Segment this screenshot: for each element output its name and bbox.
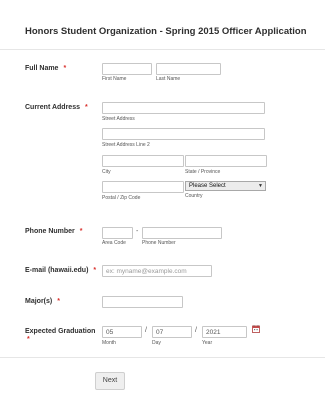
footer-divider [0, 357, 325, 358]
required-marker: * [79, 228, 83, 235]
majors-input[interactable] [102, 296, 183, 308]
last-name-input[interactable] [156, 63, 221, 75]
city-sublabel: City [102, 169, 111, 175]
required-marker: * [93, 267, 97, 274]
phone-number-label-text: Phone Number [25, 228, 75, 235]
chevron-down-icon: ▼ [258, 183, 263, 189]
year-sublabel: Year [202, 340, 213, 346]
required-marker: * [84, 104, 88, 111]
email-label-text: E-mail (hawaii.edu) [25, 267, 89, 274]
country-sublabel: Country [185, 193, 203, 199]
phone-number-input[interactable] [142, 227, 222, 239]
country-select[interactable]: Please Select ▼ [185, 181, 266, 191]
email-input[interactable]: ex: myname@example.com [102, 265, 212, 277]
date-separator: / [195, 327, 197, 334]
state-province-input[interactable] [185, 155, 267, 167]
last-name-sublabel: Last Name [156, 76, 181, 82]
form-title: Honors Student Organization - Spring 201… [25, 26, 307, 37]
day-sublabel: Day [152, 340, 161, 346]
street-address-input[interactable] [102, 102, 265, 114]
current-address-label: Current Address * [25, 104, 88, 111]
title-divider [0, 49, 325, 50]
expected-graduation-label: Expected Graduation [25, 328, 96, 335]
majors-label-text: Major(s) [25, 298, 53, 305]
graduation-year-input[interactable]: 2021 [202, 326, 247, 338]
next-button[interactable]: Next [95, 372, 125, 390]
phone-number-sublabel: Phone Number [142, 240, 176, 246]
area-code-sublabel: Area Code [102, 240, 126, 246]
email-label: E-mail (hawaii.edu) * [25, 267, 96, 274]
date-separator: / [145, 327, 147, 334]
state-province-sublabel: State / Province [185, 169, 221, 175]
postal-code-sublabel: Postal / Zip Code [102, 195, 141, 201]
area-code-input[interactable] [102, 227, 133, 239]
calendar-icon[interactable] [252, 325, 260, 333]
required-marker: * [57, 298, 60, 305]
required-marker: * [27, 336, 30, 343]
phone-number-label: Phone Number * [25, 228, 83, 235]
city-input[interactable] [102, 155, 184, 167]
form-page: Honors Student Organization - Spring 201… [0, 0, 325, 400]
current-address-label-text: Current Address [25, 104, 80, 111]
first-name-sublabel: First Name [102, 76, 127, 82]
graduation-month-input[interactable]: 05 [102, 326, 142, 338]
street-address-line2-sublabel: Street Address Line 2 [102, 142, 150, 148]
graduation-day-input[interactable]: 07 [152, 326, 192, 338]
phone-separator: - [136, 228, 139, 235]
first-name-input[interactable] [102, 63, 152, 75]
postal-code-input[interactable] [102, 181, 184, 193]
full-name-label-text: Full Name [25, 65, 59, 72]
month-sublabel: Month [102, 340, 116, 346]
required-marker: * [63, 65, 67, 72]
street-address-line2-input[interactable] [102, 128, 265, 140]
street-address-sublabel: Street Address [102, 116, 135, 122]
majors-label: Major(s) * [25, 298, 60, 305]
country-selected-value: Please Select [189, 183, 226, 189]
full-name-label: Full Name * [25, 65, 66, 72]
